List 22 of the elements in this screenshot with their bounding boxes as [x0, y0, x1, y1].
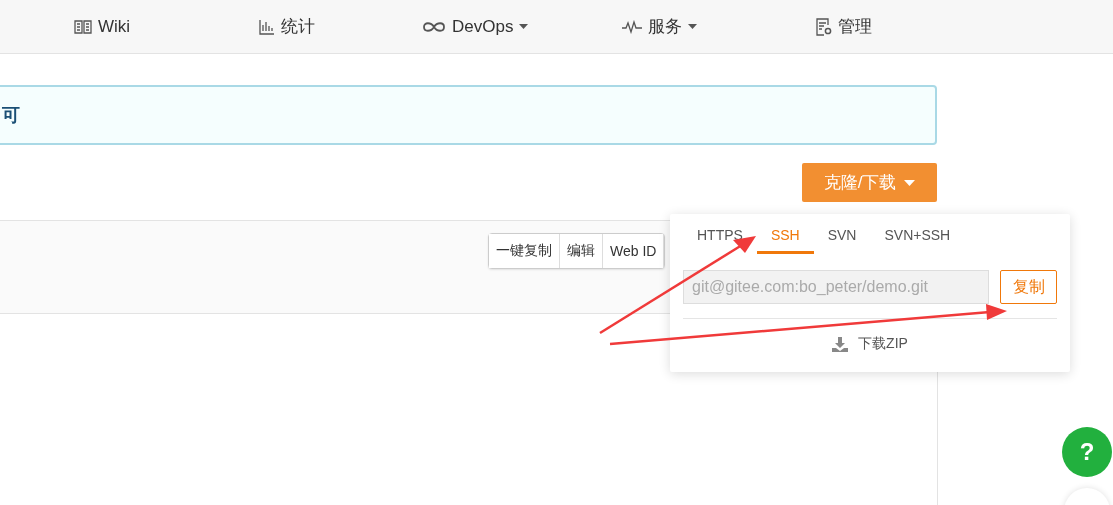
- nav-link[interactable]: 服务: [622, 15, 816, 38]
- infinity-icon: [422, 20, 446, 33]
- bar-chart-icon: [259, 18, 275, 35]
- download-icon: [832, 336, 849, 352]
- notice-text: 可: [2, 104, 20, 127]
- nav-link[interactable]: Wiki: [74, 16, 259, 37]
- protocol-tab[interactable]: HTTPS: [684, 224, 757, 254]
- nav-link[interactable]: DevOps: [422, 16, 622, 37]
- book-icon: [74, 19, 92, 34]
- download-zip-link[interactable]: 下载ZIP: [683, 335, 1057, 353]
- protocol-tab[interactable]: SVN+SSH: [870, 224, 965, 254]
- caret-icon: [688, 24, 697, 29]
- caret-icon: [519, 24, 529, 29]
- nav-link[interactable]: 管理: [816, 15, 872, 38]
- nav-link[interactable]: 统计: [259, 15, 422, 38]
- document-gear-icon: [816, 17, 832, 36]
- file-action-button[interactable]: 编辑: [560, 234, 603, 268]
- caret-icon: [904, 179, 916, 186]
- file-action-button[interactable]: 一键复制: [489, 234, 560, 268]
- protocol-tab[interactable]: SVN: [813, 224, 871, 254]
- file-action-button[interactable]: Web ID: [603, 234, 665, 268]
- pulse-icon: [622, 19, 642, 34]
